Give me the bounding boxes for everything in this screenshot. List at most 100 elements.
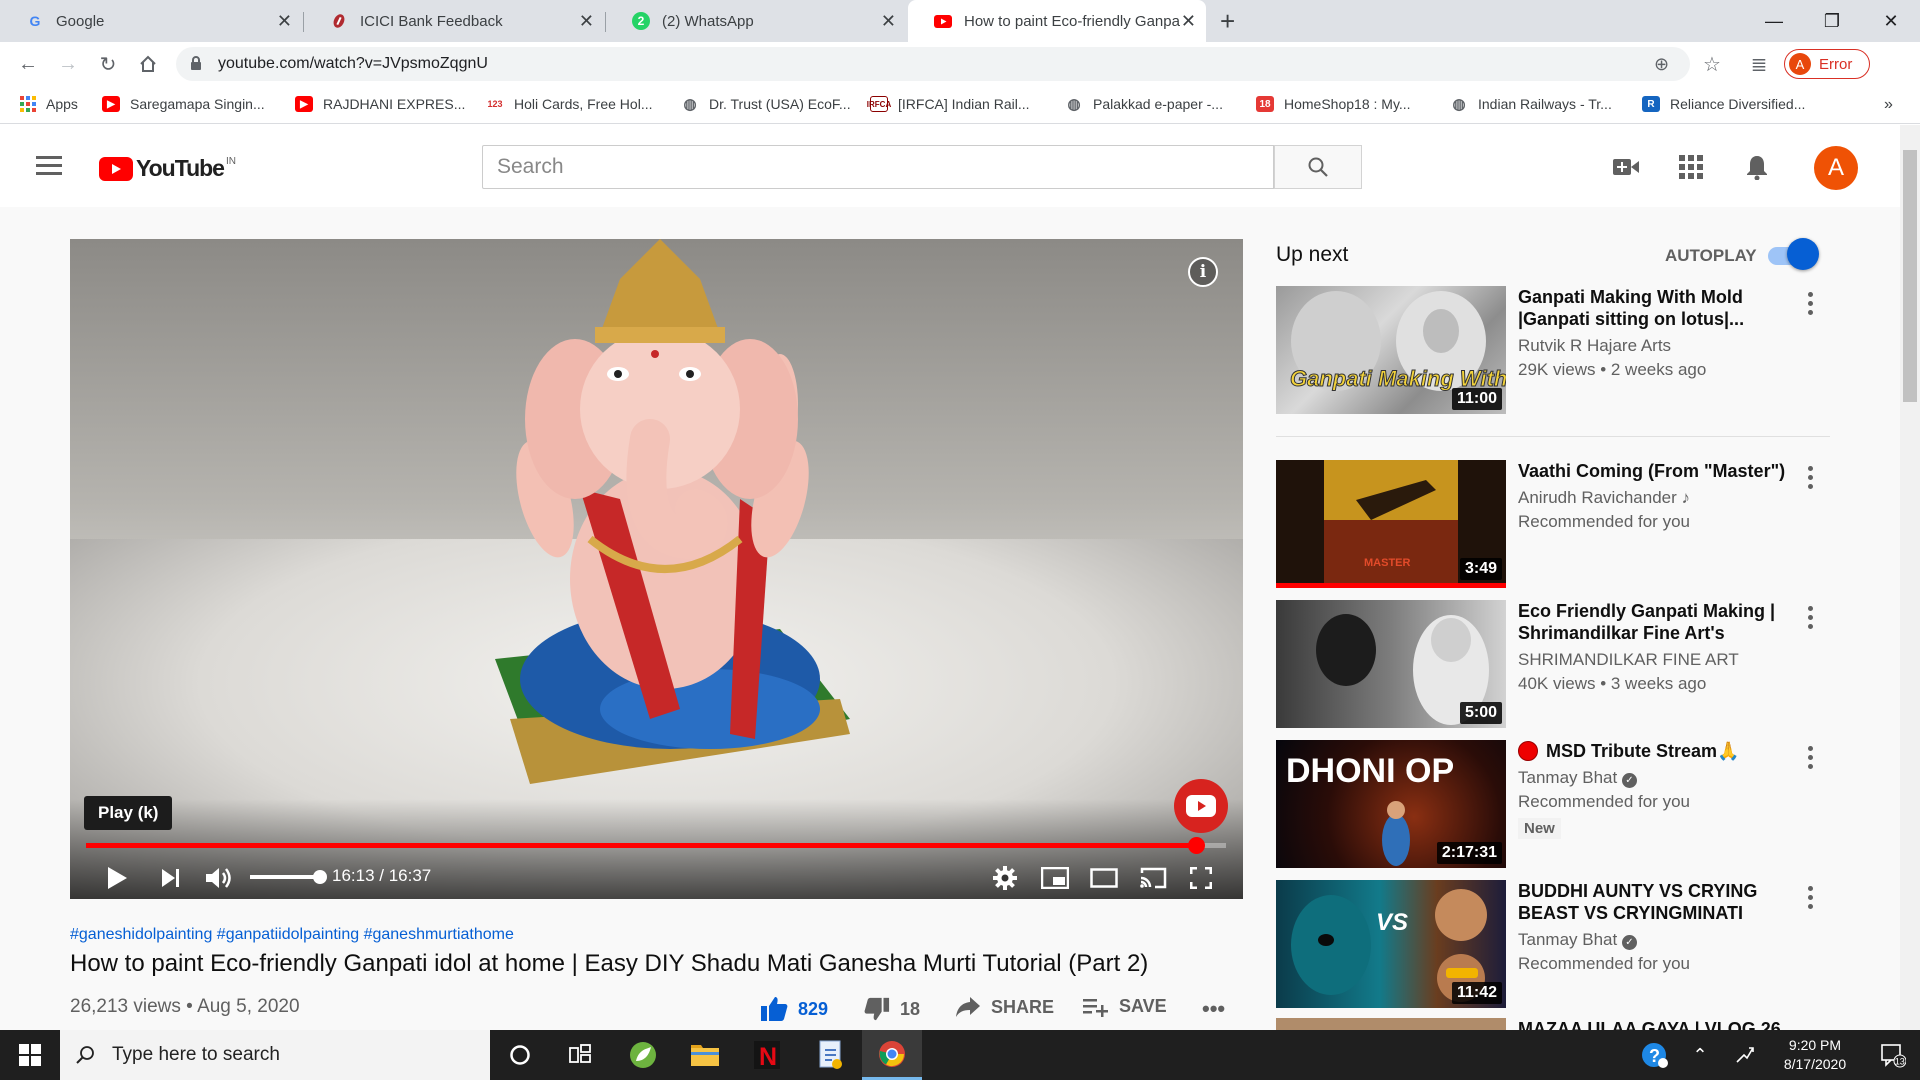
- maximize-button[interactable]: ❐: [1803, 0, 1861, 42]
- video-title[interactable]: Eco Friendly Ganpati Making | Shrimandil…: [1518, 600, 1798, 644]
- window-close-button[interactable]: ✕: [1862, 0, 1920, 42]
- zoom-icon[interactable]: ⊕: [1654, 54, 1669, 75]
- video-thumbnail[interactable]: DHONI OP 2:17:31: [1276, 740, 1506, 868]
- recommended-video[interactable]: Ganpati Making With Mold 11:00 Ganpati M…: [1276, 286, 1836, 414]
- recommended-video[interactable]: DHONI OP 2:17:31 MSD Tribute Stream🙏 Tan…: [1276, 740, 1836, 868]
- help-icon[interactable]: ?: [1630, 1030, 1680, 1080]
- video-hashtags[interactable]: #ganeshidolpainting #ganpatiidolpainting…: [70, 926, 514, 944]
- system-clock[interactable]: 9:20 PM 8/17/2020: [1765, 1036, 1865, 1074]
- tab-whatsapp[interactable]: 2 (2) WhatsApp ✕: [606, 0, 906, 42]
- more-options-icon[interactable]: [1808, 886, 1816, 913]
- search-button[interactable]: [1274, 145, 1362, 189]
- reload-button[interactable]: ↻: [94, 50, 122, 78]
- back-button[interactable]: ←: [14, 50, 42, 78]
- video-player[interactable]: i Play (k) 16:13 / 16:37: [70, 239, 1243, 899]
- bookmark-star-button[interactable]: ☆: [1698, 50, 1726, 78]
- documents-icon[interactable]: [800, 1030, 860, 1080]
- next-button[interactable]: [154, 861, 188, 895]
- volume-handle[interactable]: [313, 870, 327, 884]
- create-video-icon[interactable]: [1612, 153, 1640, 181]
- address-bar[interactable]: youtube.com/watch?v=JVpsmoZqgnU ⊕: [176, 47, 1690, 81]
- youtube-logo[interactable]: YouTube IN: [99, 155, 236, 182]
- action-center-icon[interactable]: 13: [1865, 1030, 1920, 1080]
- autoplay-toggle-knob[interactable]: [1787, 238, 1819, 270]
- bookmarks-overflow-button[interactable]: »: [1884, 96, 1893, 114]
- bookmark-palakkad[interactable]: ◍ Palakkad e-paper -...: [1065, 96, 1223, 113]
- recommended-video[interactable]: VS 11:42 BUDDHI AUNTY VS CRYING BEAST VS…: [1276, 880, 1836, 1008]
- more-options-icon[interactable]: [1808, 746, 1816, 773]
- network-icon[interactable]: [1720, 1030, 1770, 1080]
- recommended-video[interactable]: 5:00 Eco Friendly Ganpati Making | Shrim…: [1276, 600, 1836, 728]
- bookmark-reliance[interactable]: R Reliance Diversified...: [1642, 96, 1805, 112]
- profile-error-button[interactable]: A Error: [1784, 49, 1870, 79]
- video-thumbnail[interactable]: MASTER 3:49: [1276, 460, 1506, 588]
- close-icon[interactable]: ✕: [1181, 11, 1196, 32]
- video-title[interactable]: MSD Tribute Stream🙏: [1518, 740, 1798, 762]
- tab-google[interactable]: G Google ✕: [0, 0, 302, 42]
- cortana-icon[interactable]: [490, 1030, 550, 1080]
- home-button[interactable]: [134, 50, 162, 78]
- channel-name[interactable]: Tanmay Bhat ✓: [1518, 930, 1637, 950]
- play-button[interactable]: [100, 861, 134, 895]
- user-avatar[interactable]: A: [1814, 146, 1858, 190]
- info-icon[interactable]: i: [1188, 257, 1218, 287]
- bookmark-saregamapa[interactable]: ▶ Saregamapa Singin...: [102, 96, 265, 112]
- tab-icici[interactable]: ICICI Bank Feedback ✕: [304, 0, 604, 42]
- media-control-icon[interactable]: ≣: [1745, 50, 1773, 78]
- video-title[interactable]: BUDDHI AUNTY VS CRYING BEAST VS CRYINGMI…: [1518, 880, 1798, 924]
- tab-youtube-active[interactable]: How to paint Eco-friendly Ganpa ✕: [908, 0, 1206, 42]
- video-title[interactable]: MAZAA ULAA GAYA | VLOG 26: [1518, 1018, 1798, 1030]
- netflix-icon[interactable]: N: [737, 1030, 797, 1080]
- mute-button[interactable]: [202, 861, 236, 895]
- more-options-icon[interactable]: [1808, 606, 1816, 633]
- scrollbar-thumb[interactable]: [1903, 150, 1917, 402]
- forward-button[interactable]: →: [54, 50, 82, 78]
- share-button[interactable]: SHARE: [955, 996, 1054, 1018]
- cast-button[interactable]: [1136, 861, 1170, 895]
- video-thumbnail[interactable]: VS 11:42: [1276, 880, 1506, 1008]
- minimize-button[interactable]: —: [1745, 0, 1803, 42]
- more-actions-button[interactable]: •••: [1202, 996, 1225, 1022]
- video-thumbnail[interactable]: Ganpati Making With Mold 11:00: [1276, 286, 1506, 414]
- taskbar-search[interactable]: Type here to search: [60, 1030, 490, 1080]
- close-icon[interactable]: ✕: [277, 11, 292, 32]
- channel-name[interactable]: Rutvik R Hajare Arts: [1518, 336, 1671, 356]
- bookmark-homeshop18[interactable]: 18 HomeShop18 : My...: [1256, 96, 1411, 112]
- channel-name[interactable]: Anirudh Ravichander ♪: [1518, 488, 1690, 508]
- chrome-taskbar-button[interactable]: [862, 1030, 922, 1080]
- more-options-icon[interactable]: [1808, 466, 1816, 493]
- menu-icon[interactable]: [36, 156, 62, 176]
- close-icon[interactable]: ✕: [579, 11, 594, 32]
- channel-name[interactable]: Tanmay Bhat ✓: [1518, 768, 1637, 788]
- windows-start-button[interactable]: [0, 1030, 60, 1080]
- video-title[interactable]: Vaathi Coming (From "Master"): [1518, 460, 1808, 482]
- task-view-icon[interactable]: [550, 1030, 610, 1080]
- spring-tool-icon[interactable]: [613, 1030, 673, 1080]
- close-icon[interactable]: ✕: [881, 11, 896, 32]
- video-title[interactable]: Ganpati Making With Mold |Ganpati sittin…: [1518, 286, 1798, 330]
- file-explorer-icon[interactable]: [675, 1030, 735, 1080]
- progress-bar[interactable]: [86, 843, 1226, 848]
- bookmark-holi-cards[interactable]: 123 Holi Cards, Free Hol...: [486, 96, 652, 112]
- theater-mode-button[interactable]: [1087, 861, 1121, 895]
- recommended-video[interactable]: MASTER 3:49 Vaathi Coming (From "Master"…: [1276, 460, 1836, 588]
- more-options-icon[interactable]: [1808, 292, 1816, 319]
- fullscreen-button[interactable]: [1184, 861, 1218, 895]
- bookmark-irfca[interactable]: IRFCA [IRFCA] Indian Rail...: [867, 96, 1030, 112]
- bookmark-apps[interactable]: Apps: [20, 96, 78, 112]
- video-thumbnail[interactable]: 5:00: [1276, 600, 1506, 728]
- volume-slider[interactable]: [250, 875, 320, 879]
- new-tab-button[interactable]: +: [1220, 6, 1235, 37]
- bookmark-rajdhani[interactable]: ▶ RAJDHANI EXPRES...: [295, 96, 465, 112]
- video-thumbnail[interactable]: [1276, 1018, 1506, 1030]
- channel-name[interactable]: SHRIMANDILKAR FINE ART: [1518, 650, 1739, 670]
- dislike-button[interactable]: 18: [864, 996, 920, 1022]
- apps-grid-icon[interactable]: [1677, 153, 1705, 181]
- like-button[interactable]: 829: [760, 996, 828, 1022]
- settings-button[interactable]: [988, 861, 1022, 895]
- youtube-watermark-icon[interactable]: [1174, 779, 1228, 833]
- bookmark-indian-railways[interactable]: ◍ Indian Railways - Tr...: [1450, 96, 1612, 113]
- notifications-bell-icon[interactable]: [1743, 153, 1771, 181]
- bookmark-dr-trust[interactable]: ◍ Dr. Trust (USA) EcoF...: [681, 96, 851, 113]
- miniplayer-button[interactable]: [1038, 861, 1072, 895]
